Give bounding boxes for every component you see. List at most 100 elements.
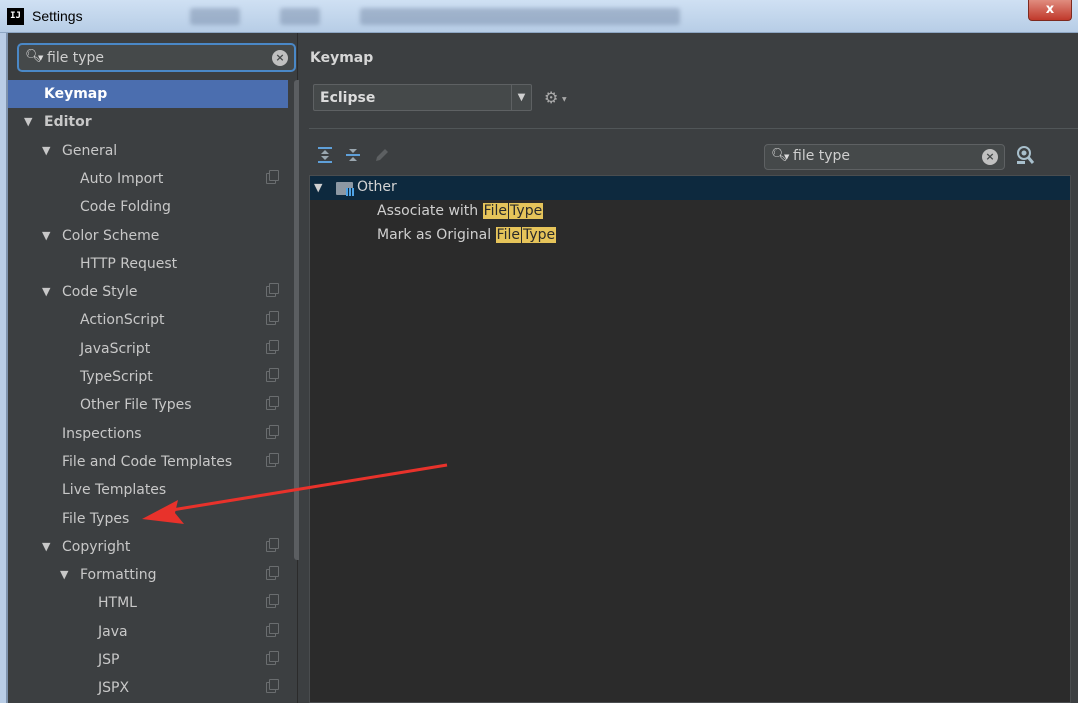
- action-label: Associate with: [377, 203, 483, 219]
- project-copy-icon: [266, 679, 279, 693]
- find-by-shortcut-icon[interactable]: [1015, 145, 1035, 165]
- clear-search-icon[interactable]: ×: [982, 149, 998, 165]
- project-copy-icon: [266, 368, 279, 382]
- divider: [309, 128, 1078, 129]
- tree-item-label: ActionScript: [80, 312, 165, 328]
- project-copy-icon: [266, 566, 279, 580]
- tree-item-label: Formatting: [80, 567, 157, 583]
- tree-item[interactable]: File and Code Templates: [8, 448, 288, 476]
- keymap-actions-tree: ▼ Other Associate with File Type Mark as …: [309, 175, 1071, 703]
- action-row[interactable]: Mark as Original File Type: [377, 224, 557, 246]
- page-title: Keymap: [310, 50, 374, 66]
- tree-item-label: JavaScript: [80, 341, 151, 357]
- tree-item-label: Auto Import: [80, 171, 164, 187]
- tree-item[interactable]: Inspections: [8, 420, 288, 448]
- settings-sidebar: 🔍︎ ▼ file type × Keymap ▼ Editor ▼ General Au…: [8, 33, 303, 703]
- project-copy-icon: [266, 453, 279, 467]
- tree-item[interactable]: ▼ General: [8, 137, 288, 165]
- chevron-down-icon[interactable]: ▼: [511, 85, 531, 110]
- keymap-panel: Keymap Eclipse ▼ ⚙ ▼ 🔍︎ ▼ file type × ▼ …: [299, 33, 1078, 703]
- project-copy-icon: [266, 425, 279, 439]
- tree-item-label: File and Code Templates: [62, 454, 233, 470]
- keymap-scheme-select[interactable]: Eclipse ▼: [313, 84, 532, 111]
- expand-arrow-icon[interactable]: ▼: [42, 222, 50, 250]
- tree-item-label: Other File Types: [80, 397, 192, 413]
- tree-item-label: File Types: [62, 511, 130, 527]
- action-group-label: Other: [357, 179, 397, 195]
- expand-arrow-icon[interactable]: ▼: [24, 108, 32, 136]
- expand-arrow-icon[interactable]: ▼: [42, 137, 50, 165]
- tree-item-label: Live Templates: [62, 482, 167, 498]
- tree-item[interactable]: TypeScript: [8, 363, 288, 391]
- collapse-all-icon[interactable]: [344, 146, 362, 164]
- tree-item[interactable]: Keymap: [8, 80, 288, 108]
- search-match-highlight: Type: [509, 203, 544, 219]
- intellij-app-icon: IJ: [7, 8, 24, 25]
- project-copy-icon: [266, 170, 279, 184]
- project-copy-icon: [266, 594, 279, 608]
- tree-item-label: HTTP Request: [80, 256, 178, 272]
- tree-item[interactable]: Live Templates: [8, 476, 288, 504]
- tree-item-label: Color Scheme: [62, 228, 160, 244]
- clear-search-icon[interactable]: ×: [272, 50, 288, 66]
- tree-item[interactable]: HTML: [8, 589, 288, 617]
- tree-item-label: TypeScript: [80, 369, 153, 385]
- tree-item-label: Java: [98, 624, 128, 640]
- tree-item-label: Copyright: [62, 539, 131, 555]
- tree-item[interactable]: ▼ Formatting: [8, 561, 288, 589]
- window-title-bar: IJ Settings x: [0, 0, 1078, 33]
- edit-shortcut-icon[interactable]: [373, 146, 391, 164]
- expand-arrow-icon[interactable]: ▼: [42, 278, 50, 306]
- action-row[interactable]: Associate with File Type: [377, 200, 544, 222]
- expand-all-icon[interactable]: [316, 146, 334, 164]
- tree-item[interactable]: HTTP Request: [8, 250, 288, 278]
- tree-item[interactable]: JSP: [8, 646, 288, 674]
- tree-item[interactable]: ▼ Copyright: [8, 533, 288, 561]
- expand-arrow-icon[interactable]: ▼: [42, 533, 50, 561]
- tree-item[interactable]: Java: [8, 618, 288, 646]
- tree-item[interactable]: Code Folding: [8, 193, 288, 221]
- project-copy-icon: [266, 311, 279, 325]
- settings-search-input[interactable]: 🔍︎ ▼ file type ×: [17, 43, 296, 72]
- search-value: file type: [47, 50, 105, 66]
- project-copy-icon: [266, 340, 279, 354]
- action-group-other[interactable]: ▼ Other: [310, 176, 1070, 200]
- gear-icon[interactable]: ⚙: [544, 88, 558, 107]
- expand-arrow-icon[interactable]: ▼: [314, 181, 322, 194]
- search-match-highlight: File: [482, 203, 509, 219]
- window-title: Settings: [32, 8, 83, 24]
- tree-item[interactable]: Other File Types: [8, 391, 288, 419]
- project-copy-icon: [266, 538, 279, 552]
- tree-item[interactable]: JSPX: [8, 674, 288, 702]
- tree-item[interactable]: JavaScript: [8, 335, 288, 363]
- window-frame: [0, 33, 8, 703]
- blurred-taskbar-item: [280, 8, 320, 25]
- search-match-highlight: Type: [521, 227, 557, 243]
- window-close-button[interactable]: x: [1028, 0, 1072, 21]
- chevron-down-icon: ▼: [38, 54, 44, 62]
- tree-item-label: JSP: [98, 652, 120, 668]
- tree-item[interactable]: ▼ Code Style: [8, 278, 288, 306]
- tree-item[interactable]: File Types: [8, 505, 288, 533]
- tree-item-label: HTML: [98, 595, 137, 611]
- keymap-search-value: file type: [793, 148, 851, 164]
- tree-item-label: Editor: [44, 114, 92, 130]
- project-copy-icon: [266, 651, 279, 665]
- tree-item-label: General: [62, 143, 118, 159]
- project-copy-icon: [266, 396, 279, 410]
- blurred-taskbar-item: [190, 8, 240, 25]
- action-label: Mark as Original: [377, 227, 496, 243]
- tree-item-label: Code Folding: [80, 199, 171, 215]
- tree-item-label: JSPX: [98, 680, 130, 696]
- keymap-search-input[interactable]: 🔍︎ ▼ file type ×: [764, 144, 1005, 170]
- expand-arrow-icon[interactable]: ▼: [60, 561, 68, 589]
- chevron-down-icon: ▼: [784, 153, 790, 161]
- tree-item[interactable]: ▼ Color Scheme: [8, 222, 288, 250]
- search-match-highlight: File: [495, 227, 521, 243]
- blurred-taskbar-item: [360, 8, 680, 25]
- tree-item[interactable]: ActionScript: [8, 306, 288, 334]
- chevron-down-icon[interactable]: ▼: [562, 96, 567, 103]
- tree-item[interactable]: ▼ Editor: [8, 108, 288, 136]
- folder-icon: [336, 182, 354, 196]
- tree-item[interactable]: Auto Import: [8, 165, 288, 193]
